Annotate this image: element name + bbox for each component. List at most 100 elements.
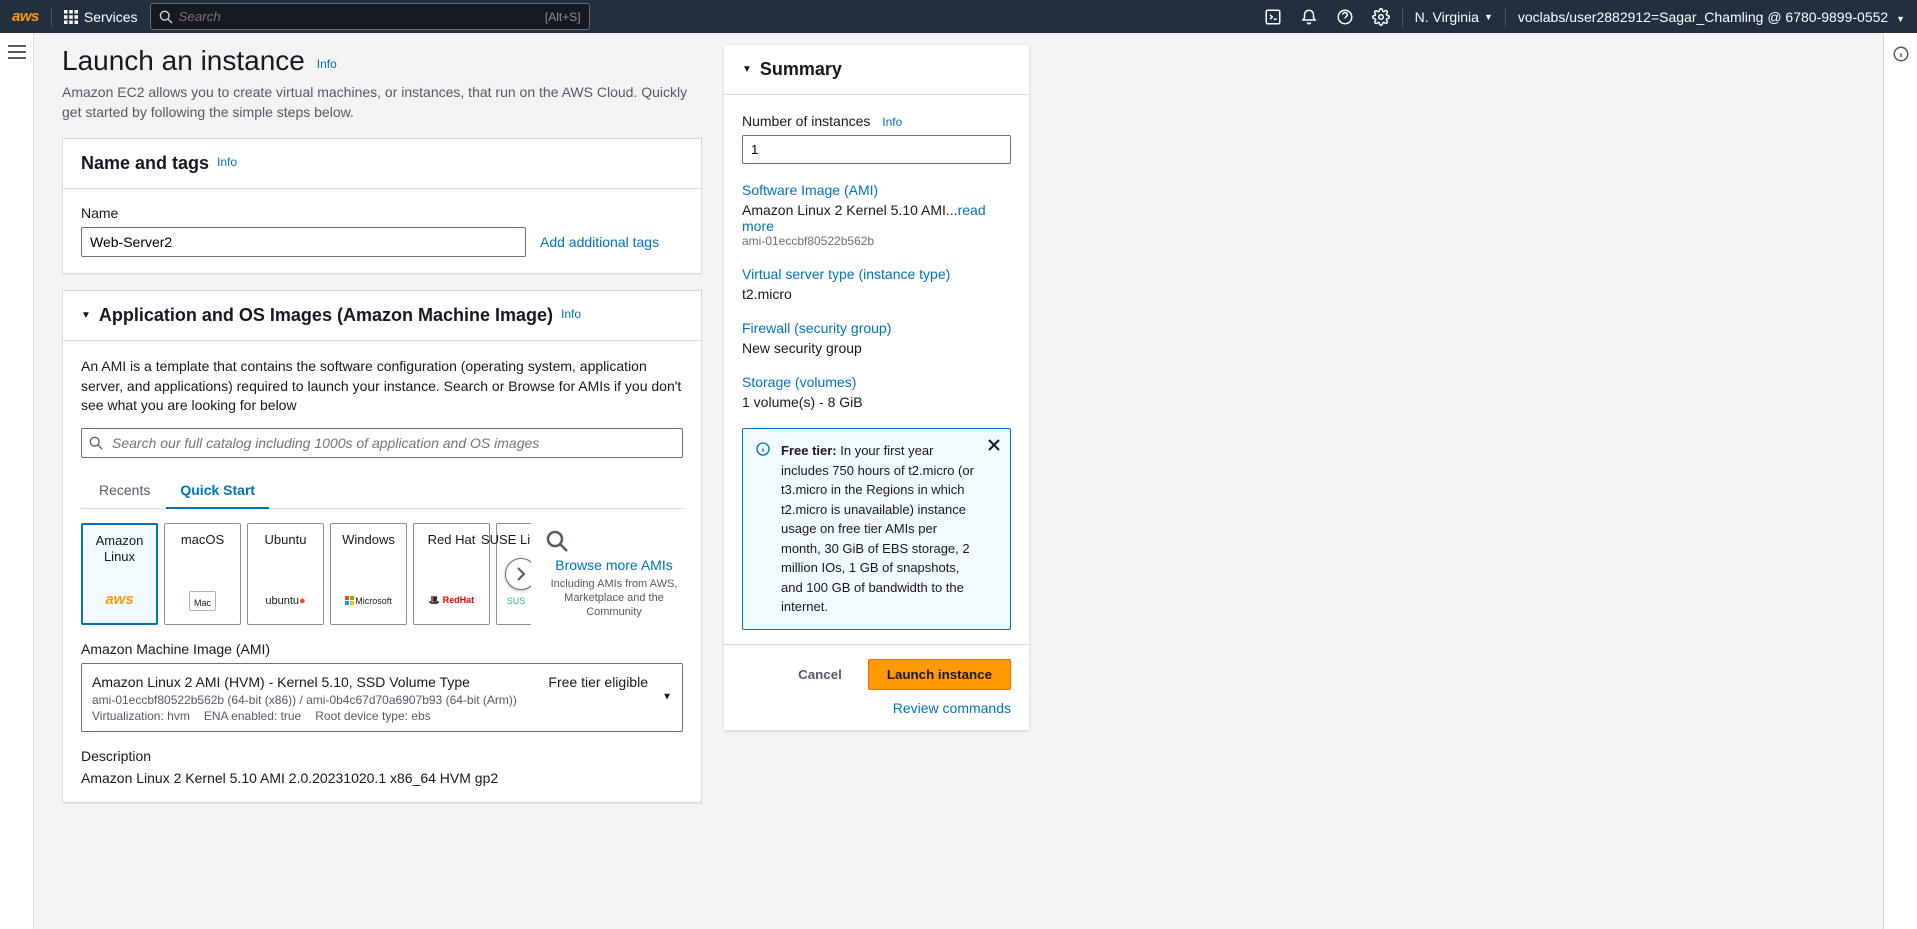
caret-down-icon[interactable]: ▼ [81,310,91,321]
chevron-right-icon [516,567,526,581]
caret-down-icon: ▼ [1896,14,1905,24]
review-commands-link[interactable]: Review commands [893,700,1011,716]
os-card-amazon-linux[interactable]: Amazon Linux aws [81,523,158,625]
browse-more-subtext: Including AMIs from AWS, Marketplace and… [545,577,683,620]
launch-instance-button[interactable]: Launch instance [868,659,1011,690]
info-icon [755,441,771,457]
ami-select-label: Amazon Machine Image (AMI) [81,641,683,657]
name-tags-title: Name and tags [81,153,209,174]
page-desc: Amazon EC2 allows you to create virtual … [62,83,702,122]
browse-more-amis[interactable]: Browse more AMIs Including AMIs from AWS… [545,529,683,620]
global-search-input[interactable] [179,9,545,24]
nav-divider [51,7,52,27]
scroll-next-button[interactable] [505,558,531,590]
ami-virt: Virtualization: hvm [92,709,190,723]
free-tier-label: Free tier: [781,443,837,458]
software-image-link[interactable]: Software Image (AMI) [742,182,1011,198]
cancel-button[interactable]: Cancel [786,661,854,688]
os-label: Red Hat [428,532,476,548]
caret-down-icon: ▼ [1484,12,1493,22]
info-link[interactable]: Info [317,57,337,71]
region-label: N. Virginia [1415,9,1479,25]
user-menu[interactable]: voclabs/user2882912=Sagar_Chamling @ 678… [1518,9,1905,25]
global-nav: aws Services [Alt+S] N. Virginia ▼ vocla… [0,0,1917,33]
search-icon [545,529,569,553]
services-label: Services [84,9,138,25]
instance-type-value: t2.micro [742,286,1011,302]
mac-logo-icon: Mac [189,586,216,616]
ami-tabs: Recents Quick Start [81,472,683,509]
os-card-redhat[interactable]: Red Hat 🎩 RedHat [413,523,490,625]
nav-divider [1402,7,1403,27]
redhat-logo-icon: 🎩 RedHat [429,586,474,616]
os-label: Amazon Linux [87,533,152,564]
ami-desc: An AMI is a template that contains the s… [81,357,683,416]
close-icon[interactable] [988,439,1000,451]
summary-title: Summary [760,59,842,80]
storage-link[interactable]: Storage (volumes) [742,374,1011,390]
summary-panel: ▼ Summary Number of instances Info Softw… [724,45,1029,730]
os-card-windows[interactable]: Windows Microsoft [330,523,407,625]
storage-value: 1 volume(s) - 8 GiB [742,394,1011,410]
info-icon[interactable] [1892,45,1910,63]
suse-logo-icon: SUS [507,586,526,616]
free-tier-text: In your first year includes 750 hours of… [781,443,974,614]
search-icon [159,10,173,24]
summary-footer: Cancel Launch instance Review commands [724,644,1029,730]
ubuntu-logo-icon: ubuntu● [265,586,305,616]
info-link[interactable]: Info [882,115,902,129]
help-panel-collapsed [1883,33,1917,929]
free-tier-alert: Free tier: In your first year includes 7… [742,428,1011,630]
os-card-macos[interactable]: macOS Mac [164,523,241,625]
description-label: Description [81,748,683,764]
page-title: Launch an instance [62,45,305,76]
caret-down-icon: ▼ [662,692,672,703]
caret-down-icon[interactable]: ▼ [742,64,752,75]
os-label: Windows [342,532,395,548]
os-label: Ubuntu [265,532,307,548]
search-icon [89,436,103,450]
search-shortcut: [Alt+S] [545,10,581,24]
firewall-value: New security group [742,340,1011,356]
region-selector[interactable]: N. Virginia ▼ [1415,9,1493,25]
tab-quick-start[interactable]: Quick Start [176,472,259,508]
microsoft-logo-icon: Microsoft [345,586,392,616]
ami-ena: ENA enabled: true [204,709,301,723]
description-value: Amazon Linux 2 Kernel 5.10 AMI 2.0.20231… [81,770,683,786]
name-label: Name [81,205,683,221]
add-tags-link[interactable]: Add additional tags [540,234,659,250]
grid-icon [64,10,78,24]
ami-search[interactable] [81,428,683,458]
page-header: Launch an instance Info Amazon EC2 allow… [62,45,702,122]
aws-logo[interactable]: aws [12,8,39,25]
instance-type-link[interactable]: Virtual server type (instance type) [742,266,1011,282]
services-menu[interactable]: Services [64,9,138,25]
global-search[interactable]: [Alt+S] [150,3,590,30]
settings-icon[interactable] [1372,8,1390,26]
firewall-link[interactable]: Firewall (security group) [742,320,1011,336]
browse-more-link[interactable]: Browse more AMIs [545,557,683,573]
ami-search-input[interactable] [81,428,683,458]
os-label: SUSE Linux [481,532,531,548]
software-image-id: ami-01eccbf80522b562b [742,234,1011,248]
tab-recents[interactable]: Recents [95,472,154,508]
ami-panel-title: Application and OS Images (Amazon Machin… [99,305,553,326]
num-instances-input[interactable] [742,135,1011,164]
ami-panel: ▼ Application and OS Images (Amazon Mach… [62,290,702,803]
ami-select-dropdown[interactable]: Amazon Linux 2 AMI (HVM) - Kernel 5.10, … [81,663,683,732]
info-link[interactable]: Info [561,307,581,321]
ami-selected-meta: ami-01eccbf80522b562b (64-bit (x86)) / a… [92,693,652,707]
cloudshell-icon[interactable] [1264,8,1282,26]
user-label: voclabs/user2882912=Sagar_Chamling @ 678… [1518,9,1888,25]
side-nav-collapsed [0,33,34,929]
help-icon[interactable] [1336,8,1354,26]
os-card-ubuntu[interactable]: Ubuntu ubuntu● [247,523,324,625]
os-label: macOS [181,532,224,548]
software-image-value: Amazon Linux 2 Kernel 5.10 AMI... [742,202,958,218]
hamburger-icon[interactable] [8,45,26,59]
info-link[interactable]: Info [217,155,237,169]
notifications-icon[interactable] [1300,8,1318,26]
name-tags-panel: Name and tags Info Name Add additional t… [62,138,702,274]
ami-root: Root device type: ebs [315,709,430,723]
instance-name-input[interactable] [81,227,526,257]
